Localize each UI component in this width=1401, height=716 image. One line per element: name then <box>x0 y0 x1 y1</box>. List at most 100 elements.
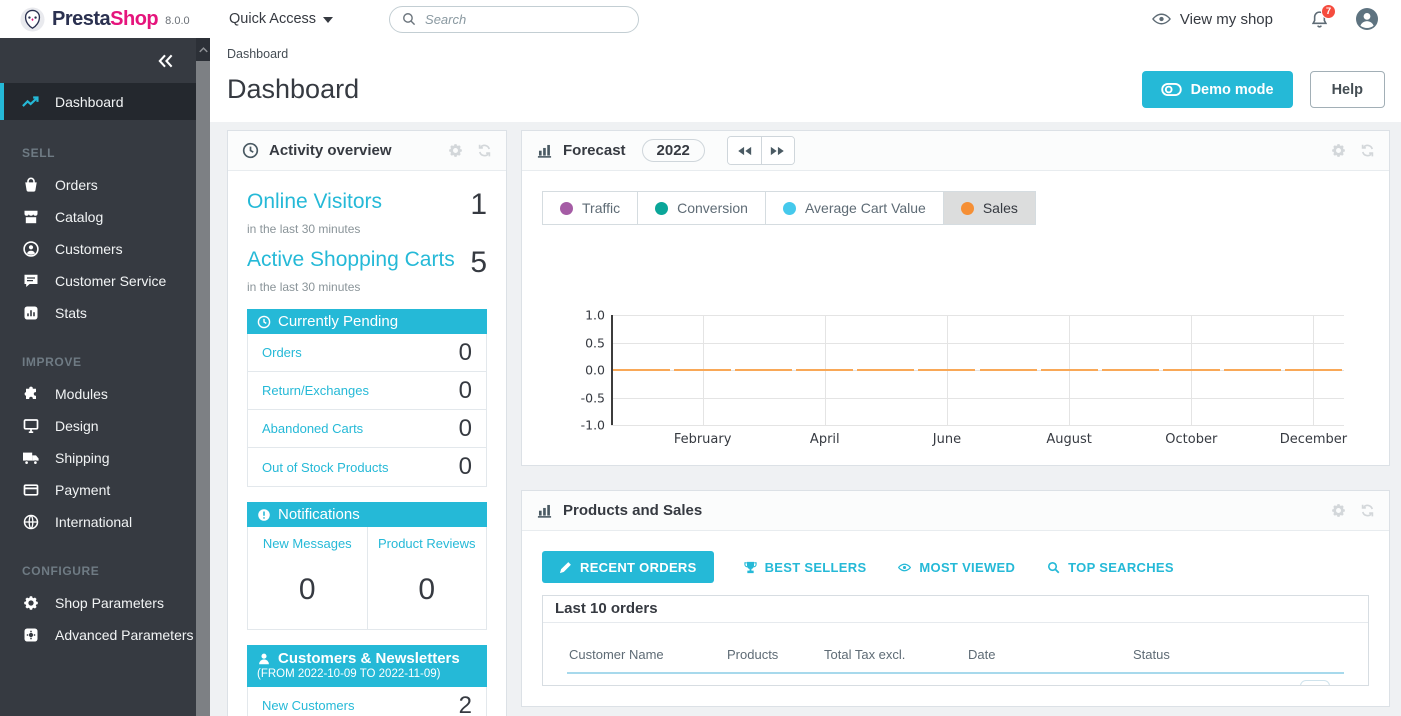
row-value: 0 <box>459 455 472 479</box>
customers-newsletters-header: Customers & Newsletters (FROM 2022-10-09… <box>247 645 487 687</box>
sidebar-item-orders[interactable]: Orders <box>0 169 196 201</box>
breadcrumb[interactable]: Dashboard <box>227 47 1385 61</box>
pen-icon <box>559 561 572 574</box>
row-label[interactable]: Out of Stock Products <box>262 460 388 475</box>
x-axis-tick-label: April <box>810 432 840 447</box>
notifications-bell[interactable]: 7 <box>1311 10 1328 29</box>
notification-new-messages: New Messages0 <box>248 527 367 629</box>
row-value: 0 <box>459 341 472 365</box>
user-avatar[interactable] <box>1355 7 1379 31</box>
sidebar-item-shop-parameters[interactable]: Shop Parameters <box>0 587 196 619</box>
column-header-total-tax-excl: Total Tax excl. <box>824 647 968 662</box>
view-my-shop-link[interactable]: View my shop <box>1152 11 1273 28</box>
forecast-tab-conversion[interactable]: Conversion <box>637 192 765 224</box>
sidebar-item-customer-service[interactable]: Customer Service <box>0 265 196 297</box>
tab-label: BEST SELLERS <box>765 560 867 575</box>
bar-chart-icon <box>536 502 553 519</box>
products-sales-panel: Products and Sales RECENT ORDERSBEST SEL… <box>521 490 1390 707</box>
search-input[interactable] <box>425 12 626 27</box>
notification-label[interactable]: Product Reviews <box>372 536 483 551</box>
tab-recent-orders[interactable]: RECENT ORDERS <box>542 551 714 583</box>
gear-icon[interactable] <box>1331 503 1346 518</box>
sidebar-section-sell: SELLOrdersCatalogCustomersCustomer Servi… <box>0 146 196 329</box>
y-axis-tick-label: -0.5 <box>565 390 605 405</box>
demo-mode-button[interactable]: Demo mode <box>1142 71 1293 108</box>
eye-icon <box>898 561 911 574</box>
sidebar-item-payment[interactable]: Payment <box>0 474 196 506</box>
y-axis-tick-label: 0.5 <box>565 335 605 350</box>
tab-top-searches[interactable]: TOP SEARCHES <box>1045 551 1176 583</box>
clock-icon <box>242 142 259 159</box>
sidebar-item-design[interactable]: Design <box>0 410 196 442</box>
tab-best-sellers[interactable]: BEST SELLERS <box>742 551 869 583</box>
sidebar-item-customers[interactable]: Customers <box>0 233 196 265</box>
sidebar-item-stats[interactable]: Stats <box>0 297 196 329</box>
order-details-button[interactable] <box>1300 680 1330 686</box>
sidebar-item-modules[interactable]: Modules <box>0 378 196 410</box>
forecast-tab-traffic[interactable]: Traffic <box>543 192 637 224</box>
sidebar-section-label: CONFIGURE <box>0 564 196 578</box>
list-item-new-customers: New Customers2 <box>248 687 486 716</box>
tab-label: MOST VIEWED <box>919 560 1015 575</box>
scrollbar-thumb[interactable] <box>196 61 210 716</box>
row-label[interactable]: Orders <box>262 345 302 360</box>
forecast-tab-average-cart-value[interactable]: Average Cart Value <box>765 192 943 224</box>
forecast-chart: 1.00.50.0-0.5-1.0FebruaryAprilJuneAugust… <box>611 315 1344 425</box>
row-label[interactable]: Abandoned Carts <box>262 421 363 436</box>
prestashop-logo[interactable]: PrestaShop 8.0.0 <box>0 7 215 32</box>
sidebar-item-shipping[interactable]: Shipping <box>0 442 196 474</box>
refresh-icon[interactable] <box>1360 503 1375 518</box>
refresh-icon[interactable] <box>477 143 492 158</box>
stat-label[interactable]: Online Visitors <box>247 190 382 214</box>
sidebar-item-catalog[interactable]: Catalog <box>0 201 196 233</box>
stat-subtitle: in the last 30 minutes <box>247 280 487 294</box>
gear-icon[interactable] <box>448 143 463 158</box>
forecast-tab-sales[interactable]: Sales <box>943 192 1035 224</box>
activity-stat-online-visitors: Online Visitors1in the last 30 minutes <box>247 190 487 236</box>
sales-line-segment <box>613 369 670 371</box>
column-header-status: Status <box>1133 647 1344 662</box>
legend-dot-icon <box>961 202 974 215</box>
stat-label[interactable]: Active Shopping Carts <box>247 248 455 272</box>
sidebar-scrollbar[interactable] <box>196 38 210 716</box>
sidebar-item-dashboard[interactable]: Dashboard <box>0 83 196 120</box>
next-year-button[interactable] <box>761 137 794 164</box>
sidebar-item-label: Customers <box>55 241 123 257</box>
row-label[interactable]: Return/Exchanges <box>262 383 369 398</box>
quick-access-menu[interactable]: Quick Access <box>229 11 333 27</box>
y-axis-tick-label: -1.0 <box>565 418 605 433</box>
tab-label: TOP SEARCHES <box>1068 560 1174 575</box>
notification-product-reviews: Product Reviews 0 <box>367 527 487 629</box>
x-axis-tick-label: October <box>1165 432 1217 447</box>
chart-gridline <box>611 398 1344 399</box>
refresh-icon[interactable] <box>1360 143 1375 158</box>
stat-value: 1 <box>470 190 487 220</box>
list-item-orders: Orders 0 <box>248 334 486 372</box>
chart-gridline <box>611 315 1344 316</box>
forecast-tab-label: Conversion <box>677 200 748 216</box>
sidebar-item-international[interactable]: International <box>0 506 196 538</box>
sidebar-item-label: Advanced Parameters <box>55 627 194 643</box>
collapse-sidebar-button[interactable] <box>157 54 174 68</box>
gear-icon[interactable] <box>1331 143 1346 158</box>
forecast-tab-label: Traffic <box>582 200 620 216</box>
orders-table-header: Customer NameProductsTotal Tax excl.Date… <box>543 623 1368 662</box>
sidebar-item-advanced-parameters[interactable]: Advanced Parameters <box>0 619 196 651</box>
notification-value: 0 <box>372 573 483 607</box>
previous-year-button[interactable] <box>728 137 761 164</box>
sales-line-segment <box>857 369 914 371</box>
row-label[interactable]: New Customers <box>262 698 354 713</box>
search-box[interactable] <box>389 6 639 33</box>
scroll-up-button[interactable] <box>196 38 210 61</box>
sales-line-segment <box>918 369 975 371</box>
sales-line-segment <box>1102 369 1159 371</box>
page-header: Dashboard Dashboard Demo mode Help <box>210 38 1401 122</box>
sidebar-section-configure: CONFIGURE Shop Parameters Advanced Paramet… <box>0 564 196 651</box>
legend-dot-icon <box>655 202 668 215</box>
notification-label[interactable]: New Messages <box>252 536 363 551</box>
tab-most-viewed[interactable]: MOST VIEWED <box>896 551 1017 583</box>
alert-icon <box>257 508 271 522</box>
bar-chart-icon <box>536 142 553 159</box>
help-button[interactable]: Help <box>1310 71 1385 108</box>
column-header-products: Products <box>727 647 824 662</box>
